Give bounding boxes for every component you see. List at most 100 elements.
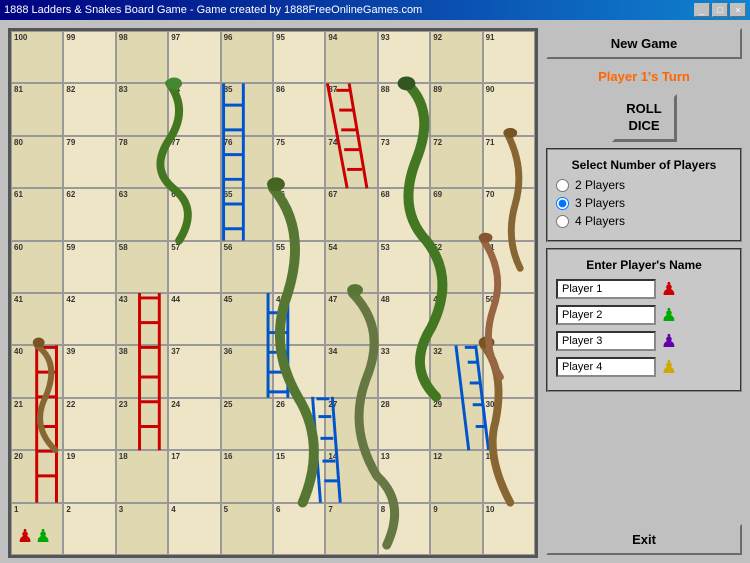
board-cell: 71 <box>483 136 535 188</box>
player1-icon: ♟ <box>660 278 678 300</box>
board-cell: 89 <box>430 83 482 135</box>
radio-2players[interactable]: 2 Players <box>556 178 732 192</box>
player1-row: ♟ <box>556 278 732 300</box>
num-players-section: Select Number of Players 2 Players 3 Pla… <box>546 148 742 242</box>
board-cell: 15 <box>273 450 325 502</box>
board-cell: 47 <box>325 293 377 345</box>
player1-input[interactable] <box>556 279 656 299</box>
player2-icon: ♟ <box>660 304 678 326</box>
player4-row: ♟ <box>556 356 732 378</box>
board-cell: 8 <box>378 503 430 555</box>
board-cell: 7 <box>325 503 377 555</box>
board-cell: 2 <box>63 503 115 555</box>
radio-3players-input[interactable] <box>556 197 569 210</box>
board-cell: 28 <box>378 398 430 450</box>
board-cell: 59 <box>63 241 115 293</box>
board-cell: 10 <box>483 503 535 555</box>
board-cell: 49 <box>430 293 482 345</box>
num-players-title: Select Number of Players <box>556 158 732 172</box>
player4-icon: ♟ <box>660 356 678 378</box>
main-content: 1009998979695949392918182838485868788899… <box>0 20 750 563</box>
game-board: 1009998979695949392918182838485868788899… <box>8 28 538 558</box>
board-cell: 26 <box>273 398 325 450</box>
radio-4players-label: 4 Players <box>575 214 625 228</box>
player2-piece: ♟ <box>35 526 51 547</box>
board-cell: 98 <box>116 31 168 83</box>
board-cell: 3 <box>116 503 168 555</box>
player1-piece: ♟ <box>17 526 33 547</box>
board-cell: 5 <box>221 503 273 555</box>
board-cell: 41 <box>11 293 63 345</box>
board-cell: 43 <box>116 293 168 345</box>
board-cell: 62 <box>63 188 115 240</box>
radio-3players[interactable]: 3 Players <box>556 196 732 210</box>
new-game-button[interactable]: New Game <box>546 28 742 59</box>
player4-input[interactable] <box>556 357 656 377</box>
board-cell: 48 <box>378 293 430 345</box>
board-cell: 56 <box>221 241 273 293</box>
board-cell: 54 <box>325 241 377 293</box>
board-cell: 79 <box>63 136 115 188</box>
player2-input[interactable] <box>556 305 656 325</box>
board-cell: 32 <box>430 345 482 397</box>
board-cell: 6 <box>273 503 325 555</box>
roll-dice-button[interactable]: ROLLDICE <box>612 94 677 142</box>
radio-4players-input[interactable] <box>556 215 569 228</box>
board-grid: 1009998979695949392918182838485868788899… <box>11 31 535 555</box>
player3-row: ♟ <box>556 330 732 352</box>
board-cell: 4 <box>168 503 220 555</box>
board-cell: 97 <box>168 31 220 83</box>
player-names-section: Enter Player's Name ♟ ♟ ♟ ♟ <box>546 248 742 392</box>
board-cell: 25 <box>221 398 273 450</box>
board-cell: 22 <box>63 398 115 450</box>
maximize-button[interactable]: □ <box>712 3 728 17</box>
board-cell: 65 <box>221 188 273 240</box>
board-cell: 29 <box>430 398 482 450</box>
board-cell: 30 <box>483 398 535 450</box>
player2-row: ♟ <box>556 304 732 326</box>
board-cell: 67 <box>325 188 377 240</box>
board-cell: 53 <box>378 241 430 293</box>
board-cell: 42 <box>63 293 115 345</box>
board-cell: 92 <box>430 31 482 83</box>
board-cell: 35 <box>273 345 325 397</box>
board-cell: 93 <box>378 31 430 83</box>
board-cell: 64 <box>168 188 220 240</box>
close-button[interactable]: × <box>730 3 746 17</box>
player-names-title: Enter Player's Name <box>556 258 732 272</box>
board-cell: 24 <box>168 398 220 450</box>
board-cell: 14 <box>325 450 377 502</box>
player3-icon: ♟ <box>660 330 678 352</box>
board-cell: 39 <box>63 345 115 397</box>
radio-2players-label: 2 Players <box>575 178 625 192</box>
board-cell: 77 <box>168 136 220 188</box>
board-cell: 21 <box>11 398 63 450</box>
board-cell: 69 <box>430 188 482 240</box>
board-cell: 95 <box>273 31 325 83</box>
board-cell: 74 <box>325 136 377 188</box>
board-cell: 18 <box>116 450 168 502</box>
board-cell: 13 <box>378 450 430 502</box>
right-panel: New Game Player 1's Turn ROLLDICE Select… <box>546 28 742 555</box>
board-cell: 40 <box>11 345 63 397</box>
board-cell: 63 <box>116 188 168 240</box>
board-cell: 17 <box>168 450 220 502</box>
exit-button[interactable]: Exit <box>546 524 742 555</box>
player3-input[interactable] <box>556 331 656 351</box>
board-cell: 36 <box>221 345 273 397</box>
board-grid-container: 1009998979695949392918182838485868788899… <box>11 31 535 555</box>
radio-2players-input[interactable] <box>556 179 569 192</box>
board-cell: 81 <box>11 83 63 135</box>
board-cell: 57 <box>168 241 220 293</box>
board-cell: 75 <box>273 136 325 188</box>
board-cell: 9 <box>430 503 482 555</box>
minimize-button[interactable]: _ <box>694 3 710 17</box>
board-cell: 83 <box>116 83 168 135</box>
window-controls[interactable]: _ □ × <box>694 3 746 17</box>
board-cell: 82 <box>63 83 115 135</box>
board-cell: 70 <box>483 188 535 240</box>
board-cell: 99 <box>63 31 115 83</box>
board-cell: 19 <box>63 450 115 502</box>
radio-4players[interactable]: 4 Players <box>556 214 732 228</box>
board-cell: 27 <box>325 398 377 450</box>
